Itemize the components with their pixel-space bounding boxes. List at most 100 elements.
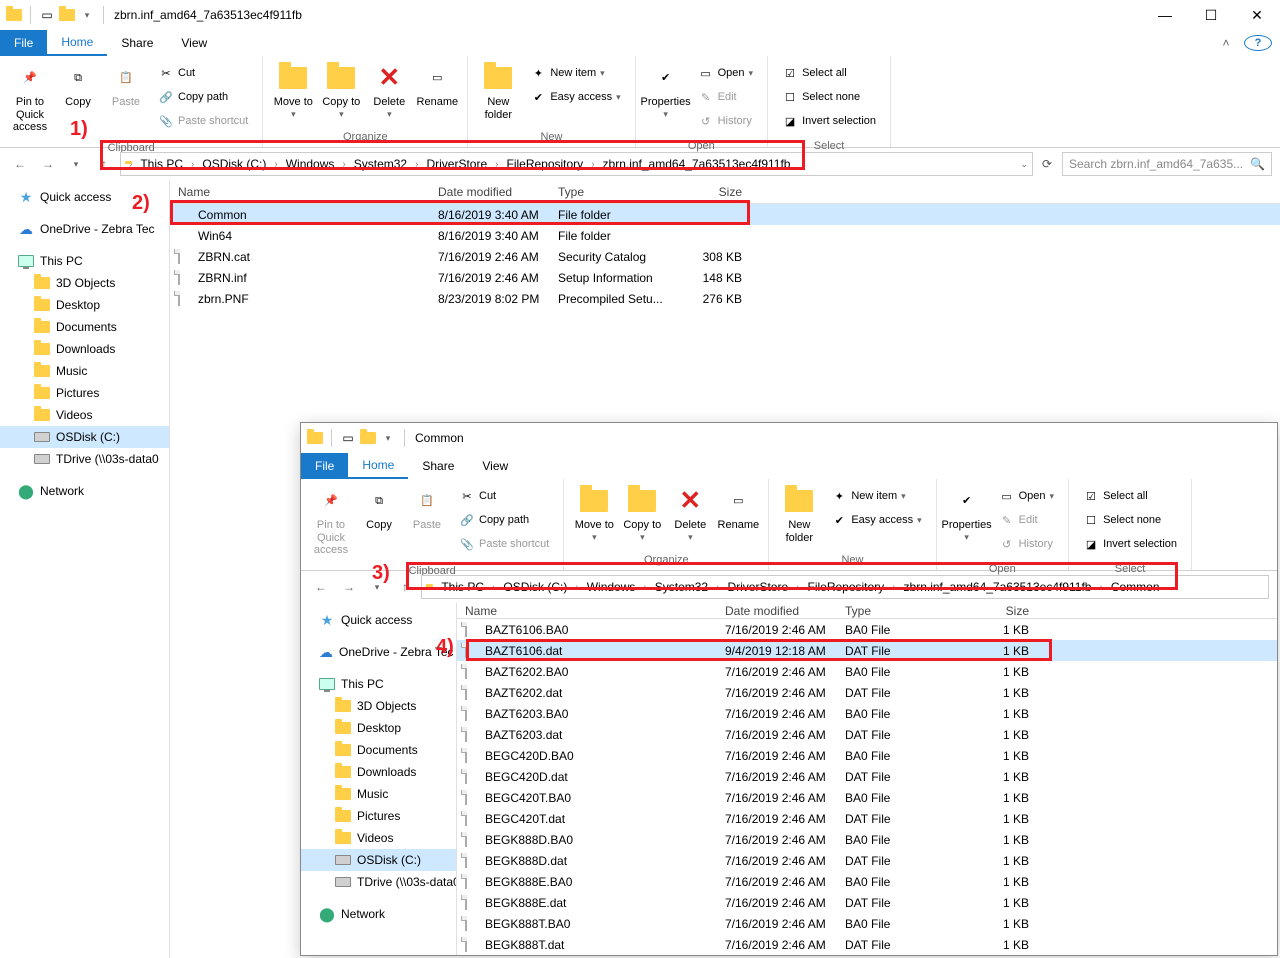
invert-selection-button[interactable]: ◪Invert selection	[778, 110, 880, 132]
nav-downloads[interactable]: Downloads	[0, 338, 169, 360]
chevron-right-icon[interactable]: ›	[1097, 582, 1104, 593]
breadcrumb[interactable]: zbrn.inf_amd64_7a63513ec4f911fb	[900, 580, 1096, 594]
breadcrumb[interactable]: This PC	[437, 580, 488, 594]
cut-button[interactable]: ✂Cut	[455, 485, 553, 507]
table-row[interactable]: BAZT6106.BA07/16/2019 2:46 AMBA0 File1 K…	[457, 619, 1277, 640]
nav-pictures[interactable]: Pictures	[301, 805, 456, 827]
table-row[interactable]: BEGK888E.BA07/16/2019 2:46 AMBA0 File1 K…	[457, 871, 1277, 892]
breadcrumb[interactable]: Windows	[583, 580, 640, 594]
nav-network[interactable]: ⬤Network	[301, 903, 456, 925]
recent-dropdown[interactable]: ▾	[64, 152, 88, 176]
qat-newfolder-icon[interactable]	[360, 430, 376, 446]
tab-share[interactable]: Share	[408, 453, 468, 479]
chevron-right-icon[interactable]: ›	[493, 159, 500, 170]
invert-selection-button[interactable]: ◪Invert selection	[1079, 533, 1181, 555]
table-row[interactable]: Common8/16/2019 3:40 AMFile folder	[170, 204, 1280, 225]
table-row[interactable]: zbrn.PNF8/23/2019 8:02 PMPrecompiled Set…	[170, 288, 1280, 309]
nav-music[interactable]: Music	[0, 360, 169, 382]
nav-tdrive[interactable]: TDrive (\\03s-data0	[0, 448, 169, 470]
tab-file[interactable]: File	[301, 453, 348, 479]
col-name-header[interactable]: Name	[457, 604, 717, 618]
chevron-right-icon[interactable]: ›	[189, 159, 196, 170]
table-row[interactable]: BEGK888T.dat7/16/2019 2:46 AMDAT File1 K…	[457, 934, 1277, 955]
chevron-right-icon[interactable]: ›	[641, 582, 648, 593]
new-folder-button[interactable]: New folder	[775, 483, 823, 546]
nav-videos[interactable]: Videos	[0, 404, 169, 426]
col-name-header[interactable]: Name	[170, 185, 430, 199]
qat-properties-icon[interactable]: ▭	[340, 430, 356, 446]
table-row[interactable]: BAZT6203.dat7/16/2019 2:46 AMDAT File1 K…	[457, 724, 1277, 745]
nav-this-pc[interactable]: This PC	[0, 250, 169, 272]
table-row[interactable]: BEGC420D.BA07/16/2019 2:46 AMBA0 File1 K…	[457, 745, 1277, 766]
breadcrumb[interactable]: System32	[350, 157, 411, 171]
table-row[interactable]: BEGK888D.dat7/16/2019 2:46 AMDAT File1 K…	[457, 850, 1277, 871]
copy-button[interactable]: ⧉Copy	[54, 60, 102, 111]
table-row[interactable]: Win648/16/2019 3:40 AMFile folder	[170, 225, 1280, 246]
minimize-button[interactable]: —	[1142, 0, 1188, 30]
pin-quick-access-button[interactable]: 📌Pin to Quick access	[307, 483, 355, 559]
forward-button[interactable]: →	[36, 152, 60, 176]
breadcrumb[interactable]: Windows	[282, 157, 339, 171]
table-row[interactable]: BEGC420T.BA07/16/2019 2:46 AMBA0 File1 K…	[457, 787, 1277, 808]
col-type-header[interactable]: Type	[837, 604, 957, 618]
easy-access-button[interactable]: ✔Easy access	[827, 509, 925, 531]
col-date-header[interactable]: Date modified	[717, 604, 837, 618]
nav-music[interactable]: Music	[301, 783, 456, 805]
up-button[interactable]: ↑	[393, 575, 417, 599]
tab-share[interactable]: Share	[107, 30, 167, 56]
paste-button[interactable]: 📋Paste	[102, 60, 150, 111]
refresh-button[interactable]: ⟳	[1036, 152, 1058, 176]
nav-osdisk[interactable]: OSDisk (C:)	[301, 849, 456, 871]
properties-button[interactable]: ✔Properties	[642, 60, 690, 121]
copy-path-button[interactable]: 🔗Copy path	[154, 86, 252, 108]
delete-button[interactable]: ✕Delete	[365, 60, 413, 121]
up-button[interactable]: ↑	[92, 152, 116, 176]
qat-newfolder-icon[interactable]	[59, 7, 75, 23]
table-row[interactable]: BEGK888T.BA07/16/2019 2:46 AMBA0 File1 K…	[457, 913, 1277, 934]
select-none-button[interactable]: ☐Select none	[1079, 509, 1181, 531]
tab-view[interactable]: View	[167, 30, 221, 56]
rename-button[interactable]: ▭Rename	[714, 483, 762, 534]
table-row[interactable]: BAZT6203.BA07/16/2019 2:46 AMBA0 File1 K…	[457, 703, 1277, 724]
nav-quick-access[interactable]: ★Quick access	[301, 609, 456, 631]
nav-desktop[interactable]: Desktop	[0, 294, 169, 316]
paste-shortcut-button[interactable]: 📎Paste shortcut	[455, 533, 553, 555]
breadcrumb[interactable]: FileRepository	[803, 580, 888, 594]
back-button[interactable]: ←	[8, 152, 32, 176]
nav-desktop[interactable]: Desktop	[301, 717, 456, 739]
easy-access-button[interactable]: ✔Easy access	[526, 86, 624, 108]
nav-osdisk[interactable]: OSDisk (C:)	[0, 426, 169, 448]
edit-button[interactable]: ✎Edit	[694, 86, 757, 108]
table-row[interactable]: BEGC420D.dat7/16/2019 2:46 AMDAT File1 K…	[457, 766, 1277, 787]
help-icon[interactable]: ?	[1244, 35, 1272, 51]
breadcrumb[interactable]: DriverStore	[422, 157, 491, 171]
history-button[interactable]: ↺History	[694, 110, 757, 132]
breadcrumb[interactable]: System32	[651, 580, 712, 594]
pin-quick-access-button[interactable]: 📌Pin to Quick access	[6, 60, 54, 136]
table-row[interactable]: BAZT6202.dat7/16/2019 2:46 AMDAT File1 K…	[457, 682, 1277, 703]
table-row[interactable]: ZBRN.cat7/16/2019 2:46 AMSecurity Catalo…	[170, 246, 1280, 267]
table-row[interactable]: ZBRN.inf7/16/2019 2:46 AMSetup Informati…	[170, 267, 1280, 288]
col-type-header[interactable]: Type	[550, 185, 670, 199]
new-item-button[interactable]: ✦New item	[526, 62, 624, 84]
new-folder-button[interactable]: New folder	[474, 60, 522, 123]
select-none-button[interactable]: ☐Select none	[778, 86, 880, 108]
breadcrumb[interactable]: Common	[1107, 580, 1164, 594]
address-dropdown-icon[interactable]: ⌄	[1020, 159, 1028, 170]
nav-network[interactable]: ⬤Network	[0, 480, 169, 502]
qat-customize-icon[interactable]: ▾	[380, 430, 396, 446]
nav-pictures[interactable]: Pictures	[0, 382, 169, 404]
breadcrumb[interactable]: DriverStore	[723, 580, 792, 594]
nav-this-pc[interactable]: This PC	[301, 673, 456, 695]
chevron-right-icon[interactable]: ›	[714, 582, 721, 593]
collapse-ribbon-icon[interactable]: ˄	[1214, 36, 1238, 50]
rename-button[interactable]: ▭Rename	[413, 60, 461, 111]
nav-onedrive[interactable]: ☁OneDrive - Zebra Tec	[0, 218, 169, 240]
nav-documents[interactable]: Documents	[301, 739, 456, 761]
properties-button[interactable]: ✔Properties	[943, 483, 991, 544]
tab-view[interactable]: View	[468, 453, 522, 479]
maximize-button[interactable]: ☐	[1188, 0, 1234, 30]
qat-customize-icon[interactable]: ▾	[79, 7, 95, 23]
table-row[interactable]: BEGC420T.dat7/16/2019 2:46 AMDAT File1 K…	[457, 808, 1277, 829]
chevron-right-icon[interactable]: ›	[573, 582, 580, 593]
